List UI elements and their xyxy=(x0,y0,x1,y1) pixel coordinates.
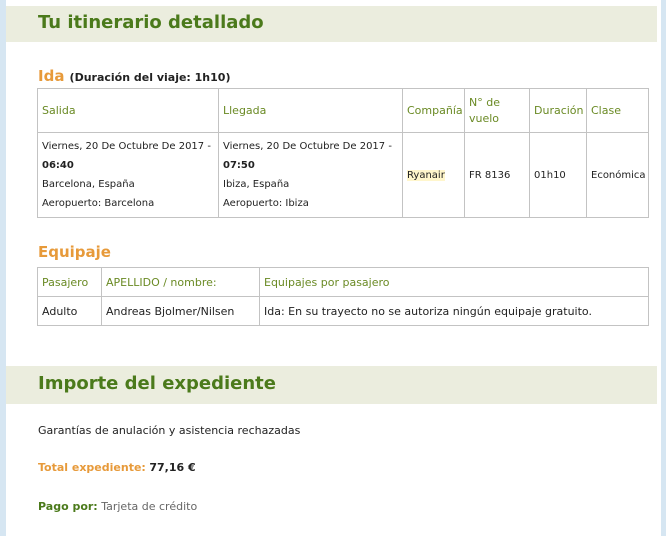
header-pasajero: Pasajero xyxy=(37,267,102,297)
flight-header-row: Salida Llegada Compañía N° de vuelo Dura… xyxy=(37,88,649,133)
salida-time: 06:40 xyxy=(42,160,74,171)
airline-name: Ryanair xyxy=(407,169,445,181)
ida-duration: (Duración del viaje: 1h10) xyxy=(69,71,231,84)
salida-airport: Aeropuerto: Barcelona xyxy=(42,198,155,209)
llegada-date: Viernes, 20 De Octubre De 2017 - xyxy=(223,141,392,152)
header-vuelo: N° de vuelo xyxy=(464,88,530,133)
nombre-cell: Andreas Bjolmer/Nilsen xyxy=(101,296,260,326)
right-border-rail xyxy=(661,0,666,536)
header-compania: Compañía xyxy=(402,88,465,133)
salida-date: Viernes, 20 De Octubre De 2017 - xyxy=(42,141,211,152)
compania-cell: Ryanair xyxy=(402,132,465,218)
flight-row: Viernes, 20 De Octubre De 2017 - 06:40 B… xyxy=(37,132,649,218)
total-line: Total expediente: 77,16 € xyxy=(38,461,196,474)
duracion-cell: 01h10 xyxy=(529,132,587,218)
header-duracion: Duración xyxy=(529,88,587,133)
itinerary-header-band: Tu itinerario detallado xyxy=(6,6,657,42)
pasajero-cell: Adulto xyxy=(37,296,102,326)
payment-line: Pago por: Tarjeta de crédito xyxy=(38,500,197,513)
ida-heading: Ida (Duración del viaje: 1h10) xyxy=(38,66,230,85)
llegada-city: Ibiza, España xyxy=(223,179,290,190)
importe-header-band: Importe del expediente xyxy=(6,366,657,404)
equipaje-title: Equipaje xyxy=(38,243,111,261)
salida-city: Barcelona, España xyxy=(42,179,135,190)
salida-cell: Viernes, 20 De Octubre De 2017 - 06:40 B… xyxy=(37,132,219,218)
ida-label: Ida xyxy=(38,67,65,85)
header-clase: Clase xyxy=(586,88,649,133)
baggage-table: Pasajero APELLIDO / nombre: Equipajes po… xyxy=(37,267,649,326)
guarantee-text: Garantías de anulación y asistencia rech… xyxy=(38,424,301,437)
llegada-airport: Aeropuerto: Ibiza xyxy=(223,198,309,209)
vuelo-cell: FR 8136 xyxy=(464,132,530,218)
header-apellido: APELLIDO / nombre: xyxy=(101,267,260,297)
baggage-header-row: Pasajero APELLIDO / nombre: Equipajes po… xyxy=(37,267,649,297)
itinerary-title: Tu itinerario detallado xyxy=(38,12,264,33)
header-salida: Salida xyxy=(37,88,219,133)
header-equipajes: Equipajes por pasajero xyxy=(259,267,649,297)
total-value: 77,16 € xyxy=(149,461,196,474)
left-border-rail xyxy=(0,0,6,536)
total-label: Total expediente: xyxy=(38,461,146,474)
header-llegada: Llegada xyxy=(218,88,403,133)
flight-table: Salida Llegada Compañía N° de vuelo Dura… xyxy=(37,88,649,218)
llegada-time: 07:50 xyxy=(223,160,255,171)
payment-label: Pago por: xyxy=(38,500,98,513)
baggage-row: Adulto Andreas Bjolmer/Nilsen Ida: En su… xyxy=(37,296,649,326)
importe-title: Importe del expediente xyxy=(38,373,276,394)
clase-cell: Económica xyxy=(586,132,649,218)
llegada-cell: Viernes, 20 De Octubre De 2017 - 07:50 I… xyxy=(218,132,403,218)
equipaje-cell: Ida: En su trayecto no se autoriza ningú… xyxy=(259,296,649,326)
payment-value: Tarjeta de crédito xyxy=(101,500,198,513)
